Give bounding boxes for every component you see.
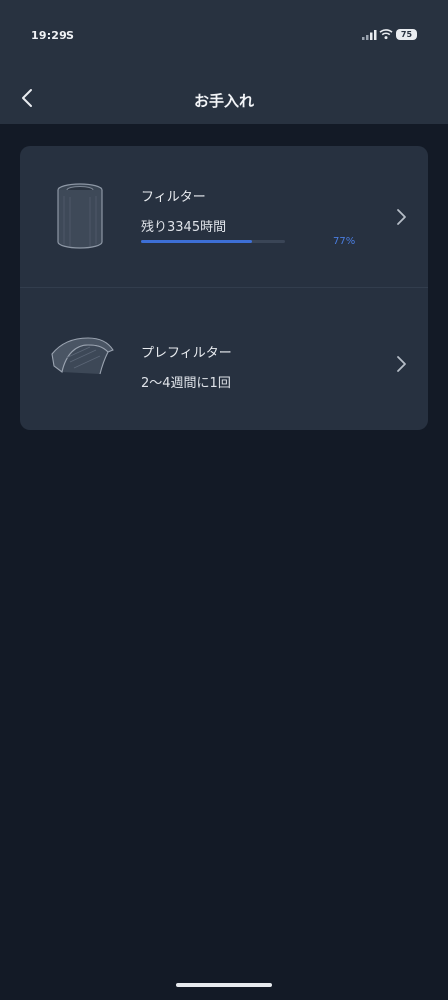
page-title: お手入れ xyxy=(193,92,254,110)
filter-title: フィルター xyxy=(141,190,206,205)
chevron-right-icon xyxy=(397,209,406,225)
wifi-icon xyxy=(379,29,393,40)
prefilter-interval: 2〜4週間に1回 xyxy=(141,376,231,391)
prefilter-title: プレフィルター xyxy=(141,346,232,361)
nav-bar: お手入れ xyxy=(0,70,448,124)
status-bar: 19:29 S 75 xyxy=(0,0,448,70)
chevron-right-icon xyxy=(397,356,406,372)
header-area: 19:29 S 75 お手入れ xyxy=(0,0,448,124)
battery-indicator: 75 xyxy=(396,29,417,40)
home-indicator[interactable] xyxy=(176,983,272,987)
filter-cylinder-icon xyxy=(57,183,103,249)
filter-progress-percent: 77% xyxy=(333,236,356,247)
status-time: 19:29 xyxy=(31,29,68,42)
signal-icon xyxy=(362,30,377,40)
status-carrier: S xyxy=(66,29,74,42)
filter-progress-bar xyxy=(141,240,285,243)
filter-remaining-time: 残り3345時間 xyxy=(141,220,227,235)
list-item-prefilter[interactable]: プレフィルター 2〜4週間に1回 xyxy=(20,288,428,430)
filter-progress-fill xyxy=(141,240,252,243)
maintenance-card: フィルター 残り3345時間 77% プレフィルター 2〜4週間に1回 xyxy=(20,146,428,430)
prefilter-sheet-icon xyxy=(51,337,114,375)
list-item-filter[interactable]: フィルター 残り3345時間 77% xyxy=(20,146,428,288)
